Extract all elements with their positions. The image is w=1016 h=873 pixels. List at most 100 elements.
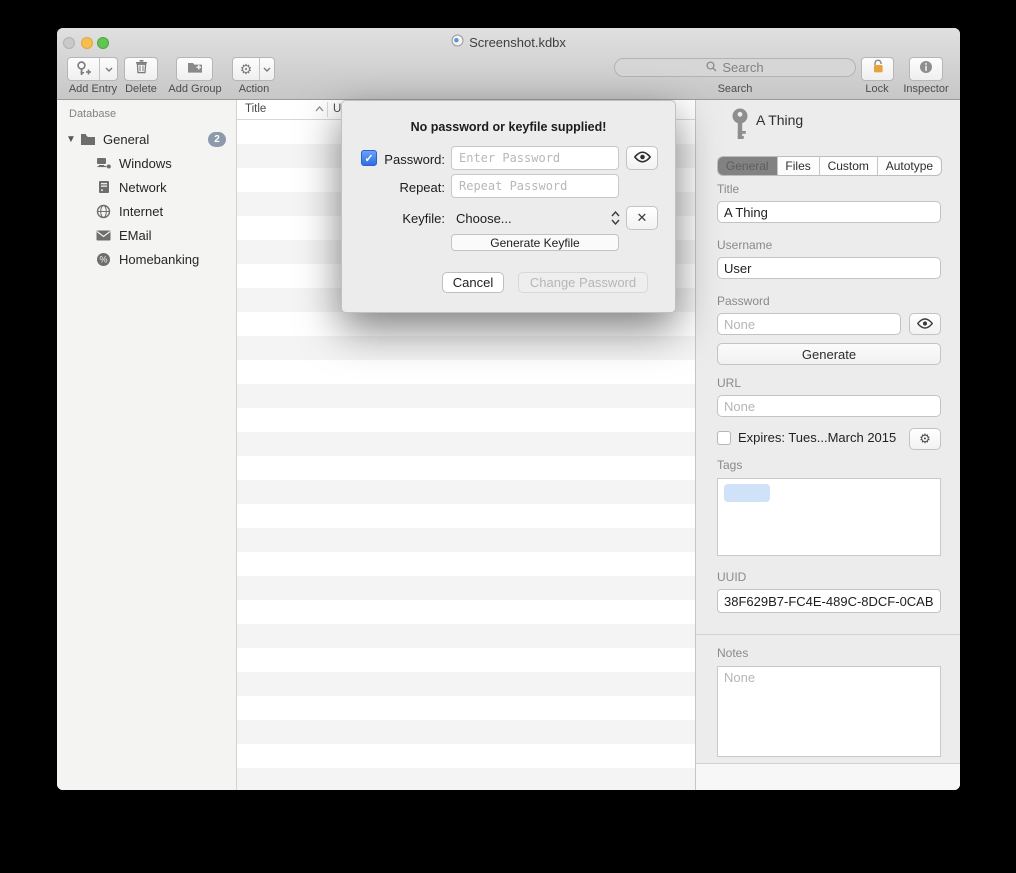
info-circle-icon: [919, 60, 933, 79]
sidebar-section-header: Database: [69, 108, 116, 120]
percent-circle-icon: %: [95, 252, 112, 267]
tags-label: Tags: [717, 458, 742, 472]
gear-icon: ⚙: [233, 58, 259, 80]
username-label: Username: [717, 238, 772, 252]
delete-button[interactable]: [124, 57, 158, 81]
close-icon: ✕: [637, 210, 648, 226]
count-badge: 2: [208, 132, 226, 147]
search-input[interactable]: Search: [614, 58, 856, 77]
document-icon: [451, 34, 464, 50]
sidebar-item-label: Homebanking: [119, 252, 199, 267]
reveal-password-button[interactable]: [909, 313, 941, 335]
search-icon: [706, 60, 717, 75]
eye-icon: [633, 151, 652, 166]
sidebar: Database ▼ General 2 Windows Network: [57, 100, 237, 790]
keyfile-popup[interactable]: Choose...: [456, 211, 512, 226]
sidebar-item-email[interactable]: EMail: [57, 224, 236, 246]
url-label: URL: [717, 376, 741, 390]
inspector-button[interactable]: [909, 57, 943, 81]
notes-field[interactable]: None: [717, 666, 941, 757]
password-field[interactable]: [717, 313, 901, 335]
svg-text:%: %: [99, 254, 107, 264]
expires-label: Expires: Tues...March 2015: [738, 430, 896, 445]
add-group-button[interactable]: [176, 57, 213, 81]
repeat-label: Repeat:: [360, 180, 445, 195]
add-group-label: Add Group: [164, 83, 226, 95]
reveal-password-button[interactable]: [626, 146, 658, 170]
search-placeholder: Search: [722, 60, 763, 75]
titlebar-toolbar: Screenshot.kdbx Add Entry Delete Add: [57, 28, 960, 100]
sidebar-item-label: Windows: [119, 156, 172, 171]
stepper-icon[interactable]: [609, 208, 621, 228]
search-label: Search: [705, 83, 765, 95]
inspector-tabs: General Files Custom Autotype: [717, 156, 942, 176]
sidebar-item-network[interactable]: Network: [57, 176, 236, 198]
sidebar-item-label: Internet: [119, 204, 163, 219]
tab-files[interactable]: Files: [777, 157, 819, 175]
sidebar-item-windows[interactable]: Windows: [57, 152, 236, 174]
entry-title: A Thing: [756, 112, 803, 128]
lock-button[interactable]: [861, 57, 894, 81]
clear-keyfile-button[interactable]: ✕: [626, 206, 658, 230]
dialog-message: No password or keyfile supplied!: [342, 120, 675, 134]
enter-password-input[interactable]: [451, 146, 619, 170]
column-divider[interactable]: [327, 102, 328, 117]
cancel-button[interactable]: Cancel: [442, 272, 504, 293]
sidebar-item-label: General: [103, 132, 149, 147]
password-label: Password: [717, 294, 770, 308]
username-field[interactable]: [717, 257, 941, 279]
sidebar-item-label: EMail: [119, 228, 152, 243]
keyfile-label: Keyfile:: [360, 211, 445, 226]
title-label: Title: [717, 182, 739, 196]
change-password-button[interactable]: Change Password: [518, 272, 648, 293]
tag-token[interactable]: [724, 484, 770, 502]
key-plus-icon[interactable]: [68, 58, 99, 80]
column-header-title[interactable]: Title: [245, 103, 266, 115]
expires-settings-button[interactable]: ⚙: [909, 428, 941, 450]
divider: [696, 634, 960, 635]
chevron-down-icon[interactable]: [99, 58, 117, 80]
sidebar-item-homebanking[interactable]: % Homebanking: [57, 248, 236, 270]
uuid-field[interactable]: [717, 589, 941, 613]
change-password-dialog: No password or keyfile supplied! ✓ Passw…: [341, 100, 676, 313]
disclosure-triangle-icon[interactable]: ▼: [63, 134, 79, 145]
password-label: Password:: [360, 152, 445, 167]
generate-keyfile-button[interactable]: Generate Keyfile: [451, 234, 619, 251]
notes-label: Notes: [717, 646, 748, 660]
delete-label: Delete: [121, 83, 161, 95]
gear-icon: ⚙: [919, 431, 931, 447]
globe-icon: [95, 204, 112, 219]
expires-checkbox[interactable]: [717, 431, 731, 445]
chevron-down-icon: [259, 58, 274, 80]
uuid-label: UUID: [717, 570, 746, 584]
eye-icon: [916, 317, 934, 332]
sidebar-item-label: Network: [119, 180, 167, 195]
generate-password-button[interactable]: Generate: [717, 343, 941, 365]
tab-autotype[interactable]: Autotype: [877, 157, 941, 175]
computer-network-icon: [95, 157, 112, 170]
add-entry-label: Add Entry: [62, 83, 124, 95]
sidebar-item-general[interactable]: ▼ General 2: [57, 128, 236, 150]
action-button[interactable]: ⚙: [232, 57, 275, 81]
tags-field[interactable]: [717, 478, 941, 556]
url-field[interactable]: [717, 395, 941, 417]
inspector-label: Inspector: [896, 83, 956, 95]
action-label: Action: [233, 83, 275, 95]
envelope-icon: [95, 230, 112, 241]
trash-icon: [135, 59, 148, 79]
tab-custom[interactable]: Custom: [819, 157, 877, 175]
sort-ascending-icon: [315, 103, 324, 115]
key-icon: [730, 108, 750, 145]
window-title: Screenshot.kdbx: [57, 34, 960, 50]
inspector-footer: [696, 763, 960, 790]
repeat-password-input[interactable]: [451, 174, 619, 198]
folder-icon: [79, 133, 96, 146]
title-field[interactable]: [717, 201, 941, 223]
tab-general[interactable]: General: [718, 157, 777, 175]
folder-plus-icon: [187, 60, 203, 79]
lock-label: Lock: [857, 83, 897, 95]
inspector-panel: A Thing General Files Custom Autotype Ti…: [695, 100, 960, 790]
add-entry-button[interactable]: [67, 57, 118, 81]
sidebar-item-internet[interactable]: Internet: [57, 200, 236, 222]
server-icon: [95, 180, 112, 194]
